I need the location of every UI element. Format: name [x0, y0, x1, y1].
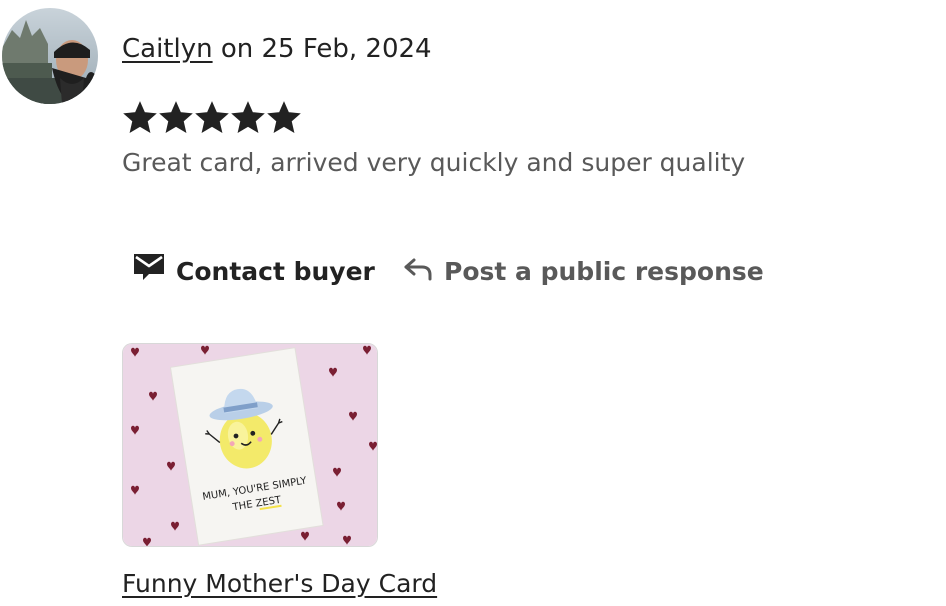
reviewer-name-link[interactable]: Caitlyn [122, 34, 213, 64]
reviewer-line: Caitlyn on 25 Feb, 2024 [122, 31, 432, 67]
review-date: on 25 Feb, 2024 [220, 34, 432, 64]
star-icon [123, 101, 157, 134]
star-icon [267, 101, 301, 134]
post-public-response-label: Post a public response [444, 257, 764, 286]
post-public-response-button[interactable]: Post a public response [402, 252, 764, 292]
listing-thumbnail[interactable]: MUM, YOU'RE SIMPLY THE ZEST [122, 343, 378, 547]
reviewer-avatar [2, 8, 98, 104]
star-icon [195, 101, 229, 134]
contact-buyer-label: Contact buyer [176, 257, 375, 286]
listing-title-link[interactable]: Funny Mother's Day Card [122, 566, 437, 602]
envelope-icon [132, 252, 166, 292]
star-icon [231, 101, 265, 134]
contact-buyer-button[interactable]: Contact buyer [132, 252, 375, 292]
star-rating [122, 99, 302, 137]
reply-arrow-icon [402, 252, 434, 292]
review-text: Great card, arrived very quickly and sup… [122, 148, 746, 177]
star-icon [159, 101, 193, 134]
